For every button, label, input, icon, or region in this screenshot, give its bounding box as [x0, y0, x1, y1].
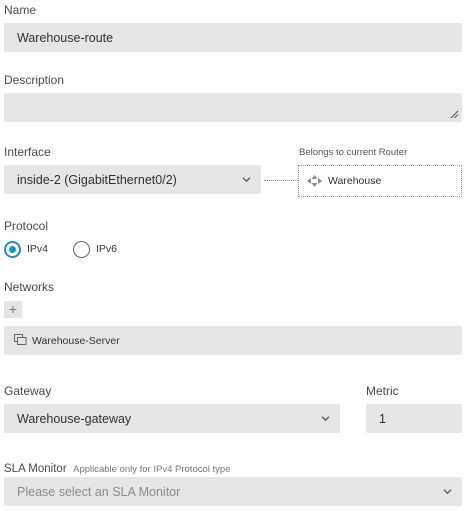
- name-value: Warehouse-route: [17, 30, 114, 45]
- gateway-select[interactable]: Warehouse-gateway: [4, 404, 340, 433]
- metric-label: Metric: [366, 384, 399, 398]
- sla-placeholder: Please select an SLA Monitor: [17, 484, 181, 499]
- gateway-label: Gateway: [4, 384, 52, 398]
- sla-hint: Applicable only for IPv4 Protocol type: [73, 464, 231, 475]
- chevron-down-icon: [321, 415, 330, 421]
- resize-handle-icon[interactable]: [450, 110, 459, 119]
- add-network-button[interactable]: +: [4, 301, 22, 318]
- protocol-ipv6-label[interactable]: IPv6: [96, 243, 117, 255]
- name-label: Name: [4, 3, 37, 17]
- chevron-down-icon: [443, 488, 452, 494]
- router-icon: [307, 175, 322, 187]
- protocol-ipv4-label[interactable]: IPv4: [27, 243, 48, 255]
- interface-connector-line: [264, 180, 298, 181]
- description-label: Description: [4, 73, 65, 87]
- networks-list: Warehouse-Server: [4, 326, 462, 355]
- metric-input[interactable]: 1: [366, 404, 462, 433]
- networks-label: Networks: [4, 280, 55, 294]
- network-item-label: Warehouse-Server: [32, 335, 120, 347]
- belongs-label: Belongs to current Router: [299, 147, 408, 158]
- sla-label: SLA Monitor: [4, 463, 67, 475]
- protocol-ipv6-radio[interactable]: [73, 241, 90, 258]
- gateway-value: Warehouse-gateway: [17, 411, 132, 426]
- interface-select[interactable]: inside-2 (GigabitEthernet0/2): [4, 165, 261, 194]
- plus-icon: +: [8, 301, 18, 317]
- protocol-label: Protocol: [4, 219, 49, 233]
- description-field[interactable]: [4, 93, 462, 122]
- interface-value: inside-2 (GigabitEthernet0/2): [17, 172, 177, 187]
- interface-label: Interface: [4, 145, 51, 159]
- chevron-down-icon: [242, 176, 251, 182]
- sla-label-row: SLA Monitor Applicable only for IPv4 Pro…: [4, 459, 230, 477]
- router-name: Warehouse: [328, 175, 382, 187]
- metric-value: 1: [379, 411, 386, 426]
- network-object-icon: [14, 334, 27, 345]
- name-field[interactable]: Warehouse-route: [4, 23, 462, 52]
- protocol-ipv4-radio[interactable]: [4, 241, 21, 258]
- radio-selected-dot: [9, 246, 16, 253]
- sla-monitor-select[interactable]: Please select an SLA Monitor: [4, 477, 462, 506]
- router-box: Warehouse: [298, 165, 462, 197]
